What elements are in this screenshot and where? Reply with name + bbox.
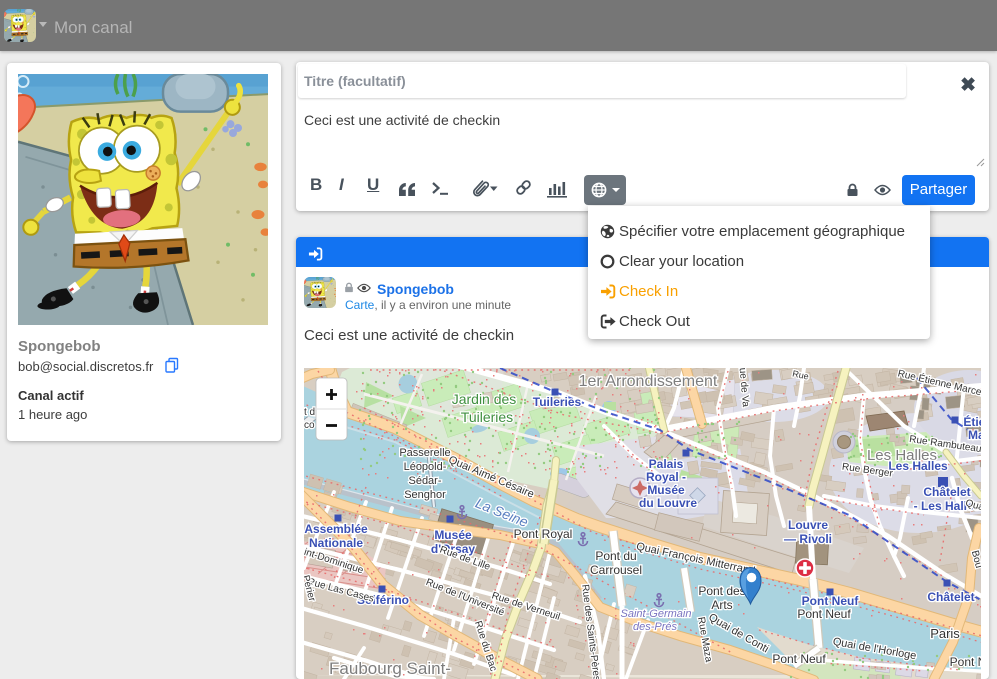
svg-text:Étienne: Étienne [963, 414, 981, 429]
svg-text:Faubourg Saint-: Faubourg Saint- [329, 659, 451, 678]
svg-text:Tuileries: Tuileries [461, 409, 513, 425]
svg-text:Palais: Palais [649, 457, 684, 471]
svg-text:Pont Royal: Pont Royal [514, 527, 573, 541]
svg-text:Marcel: Marcel [968, 428, 981, 442]
svg-text:des-Prés: des-Prés [633, 621, 678, 633]
svg-text:co: co [304, 420, 315, 431]
svg-text:t d: t d [304, 407, 315, 418]
svg-text:Nationale: Nationale [309, 536, 363, 550]
svg-text:Musée: Musée [647, 483, 685, 497]
svg-text:Senghor: Senghor [404, 489, 446, 501]
svg-text:Jardin des: Jardin des [452, 391, 517, 407]
svg-text:Châtelet: Châtelet [927, 590, 974, 604]
svg-text:Les Halles: Les Halles [888, 459, 948, 473]
svg-text:Pont N: Pont N [950, 655, 981, 669]
svg-text:Châtelet: Châtelet [923, 485, 970, 499]
svg-text:Pont Neuf: Pont Neuf [772, 652, 826, 666]
svg-text:— Rivoli: — Rivoli [784, 532, 832, 546]
svg-text:Saint-Germain: Saint-Germain [621, 608, 692, 620]
svg-text:Arts: Arts [711, 598, 732, 612]
svg-text:Léopold-: Léopold- [404, 461, 447, 473]
svg-text:Pont Neuf: Pont Neuf [802, 594, 860, 608]
svg-text:Assemblée: Assemblée [304, 522, 368, 536]
svg-text:1er Arrondissement: 1er Arrondissement [579, 373, 718, 390]
svg-text:Pont des: Pont des [698, 584, 745, 598]
svg-text:Royal -: Royal - [646, 470, 686, 484]
svg-text:Pont du: Pont du [595, 549, 636, 563]
svg-text:Pont Neuf: Pont Neuf [797, 607, 851, 621]
svg-text:du Louvre: du Louvre [639, 496, 697, 510]
svg-text:Carrousel: Carrousel [590, 563, 642, 577]
svg-text:Paris: Paris [930, 626, 960, 641]
svg-text:Tuileries: Tuileries [533, 395, 582, 409]
svg-text:Louvre: Louvre [788, 518, 828, 532]
svg-text:Passerelle: Passerelle [399, 447, 450, 459]
svg-text:Musée: Musée [434, 528, 472, 542]
svg-text:Sédar-: Sédar- [408, 475, 441, 487]
